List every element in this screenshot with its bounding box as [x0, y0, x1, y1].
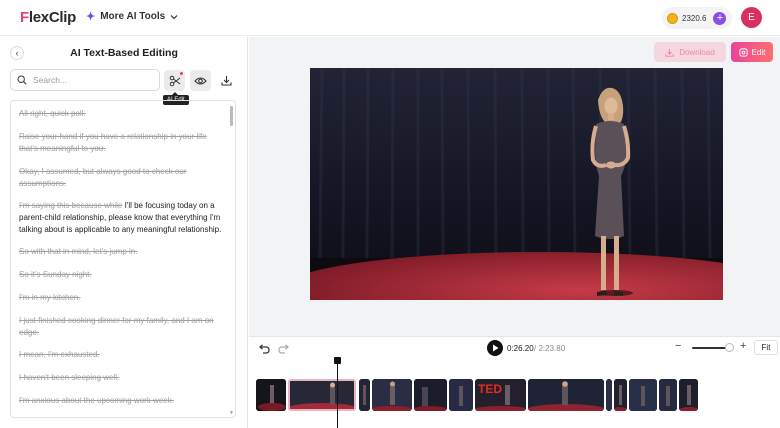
play-button[interactable] [487, 340, 503, 356]
edit-button[interactable]: Edit [731, 42, 773, 62]
scroll-down-arrow-icon[interactable]: ▼ [229, 410, 234, 416]
redo-icon[interactable] [277, 342, 291, 356]
zoom-out-icon[interactable]: − [675, 340, 681, 352]
search-input[interactable] [33, 75, 143, 85]
download-icon [665, 48, 674, 57]
search-box[interactable] [10, 69, 160, 91]
clip-thumbnail[interactable] [606, 379, 612, 411]
clip-thumbnail-selected[interactable] [288, 379, 356, 411]
transcript-line[interactable]: All right, quick poll. [19, 108, 225, 120]
coin-icon [667, 12, 678, 24]
clip-thumbnail[interactable]: TED [475, 379, 526, 411]
download-icon [221, 76, 232, 86]
transcript-line[interactable]: I just finished cooking dinner for my fa… [19, 315, 225, 339]
deleted-text: Okay, I assumed, but always good to chec… [19, 167, 187, 188]
clip-thumbnail[interactable] [414, 379, 447, 411]
sparkle-icon: ✦ [86, 11, 96, 23]
deleted-text: So with that in mind, let's jump in. [19, 247, 138, 256]
logo-f: F [20, 9, 29, 26]
undo-icon[interactable] [257, 342, 271, 356]
total-time: / 2:23.80 [534, 344, 566, 353]
clip-thumbnail[interactable] [359, 379, 370, 411]
video-frame [310, 68, 723, 300]
scissors-icon [169, 75, 180, 86]
deleted-text: I just finished cooking dinner for my fa… [19, 316, 214, 337]
video-preview[interactable] [310, 68, 723, 300]
deleted-text: I haven't been sleeping well. [19, 373, 120, 382]
transcript-line[interactable]: Okay, I assumed, but always good to chec… [19, 166, 225, 190]
transcript-line[interactable]: I haven't been sleeping well. [19, 372, 225, 384]
logo-rest: lexClip [28, 9, 76, 26]
deleted-text: I mean, I'm exhausted. [19, 350, 100, 359]
playhead-line[interactable] [337, 363, 338, 428]
clip-thumbnail[interactable] [659, 379, 677, 411]
deleted-text: I'm saying this because while [19, 201, 123, 210]
zoom-slider-handle[interactable] [725, 343, 734, 352]
timeline-panel: 0:26.20 / 2:23.80 − + Fit TED [249, 336, 780, 428]
transcript-line[interactable]: I'm anxious about the upcoming work week… [19, 395, 225, 407]
fit-button[interactable]: Fit [754, 340, 778, 355]
transcript-line[interactable]: Raise your hand if you have a relationsh… [19, 131, 225, 155]
edit-label: Edit [751, 47, 766, 57]
svg-text:TED: TED [478, 382, 502, 396]
top-bar: FlexClip ✦ More AI Tools 2320.6 + E [0, 0, 780, 36]
clip-thumbnail[interactable] [449, 379, 473, 411]
edit-icon [738, 47, 748, 57]
app-window: FlexClip ✦ More AI Tools 2320.6 + E ‹ AI… [0, 0, 780, 428]
more-ai-tools-menu[interactable]: ✦ More AI Tools [86, 10, 178, 23]
add-credits-icon[interactable]: + [713, 11, 727, 25]
text-editing-panel: ‹ AI Text-Based Editing AI Edit All righ… [0, 37, 248, 428]
chevron-down-icon [170, 14, 178, 19]
more-ai-tools-label: More AI Tools [100, 11, 166, 22]
clip-track: TED [256, 379, 706, 411]
zoom-in-icon[interactable]: + [740, 340, 746, 352]
clip-thumbnail[interactable] [256, 379, 286, 411]
flexclip-logo[interactable]: FlexClip [20, 9, 76, 26]
ai-edit-button[interactable] [164, 70, 185, 91]
credits-value: 2320.6 [682, 13, 707, 23]
transcript-line[interactable]: I'm in my kitchen. [19, 292, 225, 304]
ai-edit-indicator [180, 72, 183, 75]
clip-thumbnail[interactable] [679, 379, 698, 411]
current-time: 0:26.20 [507, 344, 534, 353]
clip-thumbnail[interactable] [629, 379, 657, 411]
download-button[interactable]: Download [654, 42, 726, 62]
transcript-line[interactable]: I mean, I'm exhausted. [19, 349, 225, 361]
export-transcript-button[interactable] [216, 70, 237, 91]
transcript-line[interactable]: So it's Sunday night. [19, 269, 225, 281]
deleted-text: I'm in my kitchen. [19, 293, 81, 302]
avatar[interactable]: E [741, 7, 762, 28]
play-icon [492, 344, 498, 352]
clip-thumbnail[interactable] [614, 379, 627, 411]
transcript-box[interactable]: All right, quick poll. Raise your hand i… [10, 100, 236, 418]
preview-toggle-button[interactable] [190, 70, 211, 91]
deleted-text: So it's Sunday night. [19, 270, 92, 279]
deleted-text: All right, quick poll. [19, 109, 86, 118]
deleted-text: Raise your hand if you have a relationsh… [19, 132, 207, 153]
transcript-line[interactable]: So with that in mind, let's jump in. [19, 246, 225, 258]
transcript-scrollbar[interactable] [230, 106, 233, 126]
clip-thumbnail[interactable] [528, 379, 604, 411]
eye-icon [194, 76, 207, 85]
transcript-line[interactable]: I'm saying this because while I'll be fo… [19, 200, 225, 236]
credits-badge[interactable]: 2320.6 + [662, 7, 732, 29]
search-icon [17, 75, 27, 85]
panel-title: AI Text-Based Editing [70, 47, 178, 59]
deleted-text: I'm anxious about the upcoming work week… [19, 396, 174, 405]
clip-thumbnail[interactable] [372, 379, 412, 411]
download-label: Download [679, 47, 715, 57]
